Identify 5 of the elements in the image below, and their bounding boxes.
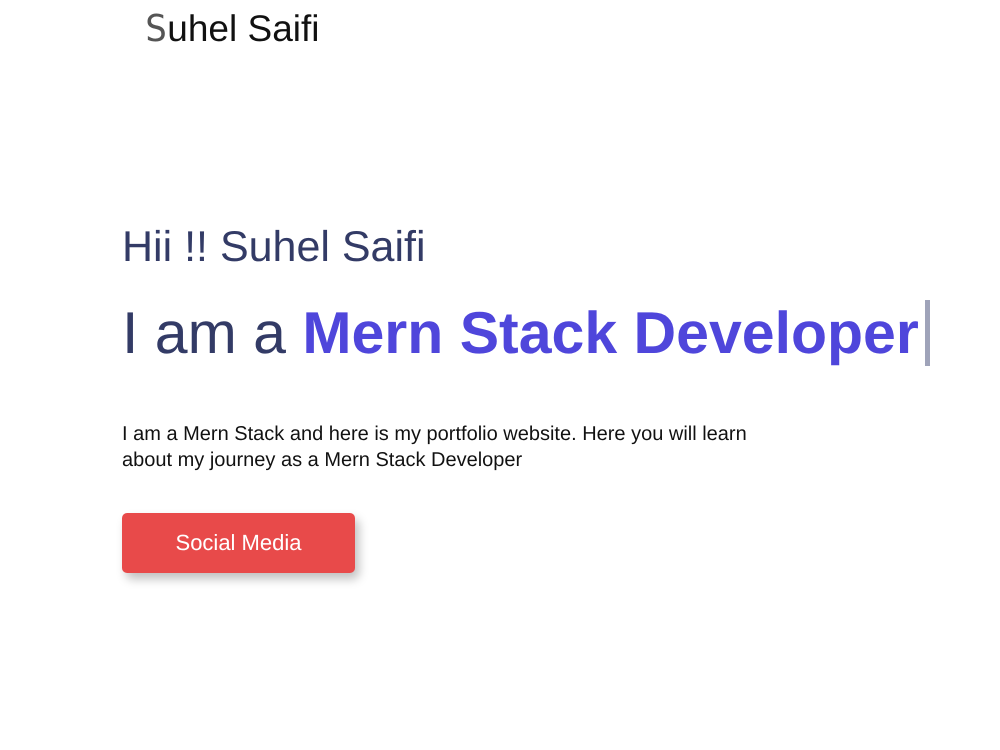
- intro-paragraph: I am a Mern Stack and here is my portfolio website. Here you will learn about my journey as a Mern Stack Developer: [122, 422, 748, 473]
- site-logo: Suhel Saifi: [145, 8, 320, 50]
- headline: I am a Mern Stack Developer: [122, 299, 919, 368]
- greeting-heading: Hii !! Suhel Saifi: [122, 222, 426, 273]
- social-media-button[interactable]: Social Media: [122, 513, 355, 573]
